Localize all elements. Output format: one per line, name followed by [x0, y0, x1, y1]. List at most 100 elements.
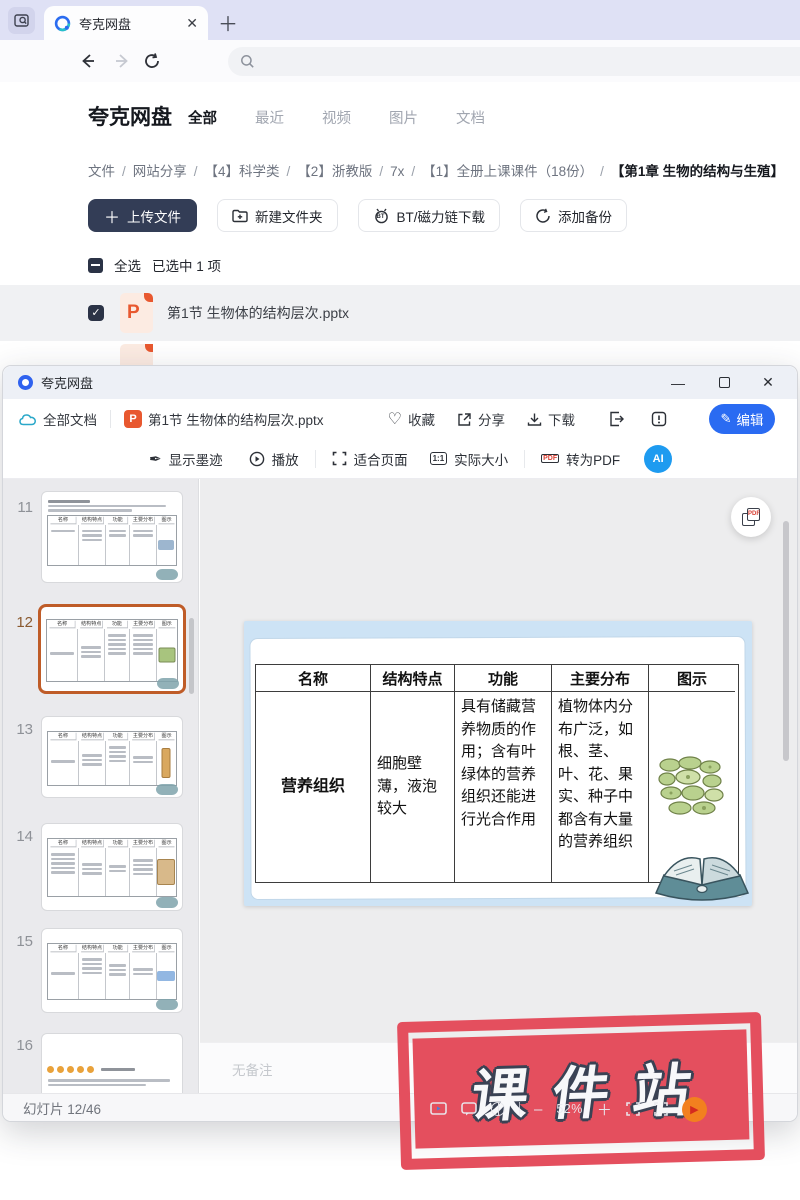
select-all-checkbox[interactable] — [88, 257, 103, 273]
window-titlebar[interactable]: 夸克网盘 — ✕ — [3, 366, 797, 399]
book-clipart-icon — [156, 569, 178, 580]
slide-thumbnail-panel: 11 名称 结构特点 功能 主要分布 图示 12 名称 结构特点 功能 主要分布 图示 — [3, 479, 199, 1095]
fit-page-button[interactable]: 适合页面 — [332, 449, 408, 469]
download-button[interactable]: 下载 — [527, 409, 575, 429]
thumb-image — [157, 971, 176, 981]
sidebar-toggle-button[interactable] — [8, 7, 35, 34]
show-ink-button[interactable]: ✒ 显示墨迹 — [149, 449, 223, 469]
actual-size-button[interactable]: 1:1 实际大小 — [429, 449, 508, 469]
slide-thumbnail-12-selected[interactable]: 名称 结构特点 功能 主要分布 图示 — [38, 604, 186, 694]
to-pdf-button[interactable]: PDF 转为PDF — [541, 449, 620, 469]
zoom-in-button[interactable]: ＋ — [597, 1099, 612, 1120]
slide-thumbnail-11[interactable]: 名称 结构特点 功能 主要分布 图示 — [41, 491, 183, 583]
selection-row: 全选 已选中 1 项 — [88, 255, 221, 275]
breadcrumb: 文件 / 网站分享 / 【4】科学类 / 【2】浙教版/7x / 【1】全册上课课件（18份） /… — [88, 164, 785, 179]
play-button[interactable]: 播放 — [249, 449, 299, 469]
viewer-scrollbar[interactable] — [783, 521, 789, 761]
browser-tab[interactable]: 夸克网盘 ✕ — [44, 6, 208, 40]
thumb-image — [158, 539, 175, 550]
ai-assistant-button[interactable]: AI — [644, 444, 673, 473]
sidebar-scrollbar[interactable] — [189, 618, 194, 694]
language-globe-icon[interactable] — [491, 1102, 505, 1116]
slide-viewer: PDF 名称 结构特点 功能 主要分布 图示 营养组织 细胞壁薄，液泡较大 具有… — [200, 479, 797, 1095]
edit-button[interactable]: ✎ 编辑 — [709, 404, 775, 434]
play-circle-icon — [249, 451, 264, 466]
plus-icon: ＋ — [104, 209, 121, 227]
table-cell-feature: 细胞壁薄，液泡较大 — [371, 692, 455, 882]
fit-width-icon[interactable] — [626, 1102, 640, 1116]
action-buttons: ＋ 上传文件 新建文件夹 BT BT/磁力链下载 添加备份 — [88, 199, 628, 232]
file-name[interactable]: 第1节 生物体的结构层次.pptx — [167, 303, 349, 323]
current-slide: 名称 结构特点 功能 主要分布 图示 营养组织 细胞壁薄，液泡较大 具有储藏营养… — [244, 621, 752, 906]
search-icon — [241, 55, 254, 68]
comment-icon[interactable] — [461, 1102, 477, 1116]
all-docs-button[interactable]: 全部文档 — [19, 409, 97, 429]
ppt-file-icon-partial — [120, 344, 153, 365]
search-input[interactable] — [228, 47, 800, 76]
tab-doc[interactable]: 文档 — [456, 107, 485, 128]
cloud-icon — [19, 414, 36, 426]
video-play-fab[interactable]: ▶ — [681, 1096, 707, 1122]
breadcrumb-item[interactable]: 【2】浙教版 — [297, 164, 372, 179]
reload-icon[interactable] — [142, 51, 162, 71]
breadcrumb-item[interactable]: 网站分享 — [133, 164, 187, 179]
maximize-icon — [718, 377, 730, 388]
favorite-button[interactable]: ♡ 收藏 — [388, 409, 435, 429]
new-folder-button[interactable]: 新建文件夹 — [217, 199, 338, 232]
upload-button[interactable]: ＋ 上传文件 — [88, 199, 198, 232]
breadcrumb-item[interactable]: 文件 — [88, 164, 115, 179]
table-header: 功能 — [455, 665, 552, 692]
minimize-button[interactable]: — — [661, 366, 695, 399]
breadcrumb-item[interactable]: 【4】科学类 — [205, 164, 280, 179]
notes-placeholder: 无备注 — [232, 1063, 273, 1078]
feedback-button[interactable] — [651, 411, 667, 427]
slide-number: 15 — [16, 933, 33, 950]
slide-thumbnail-15[interactable]: 名称 结构特点 功能 主要分布 图示 — [41, 928, 183, 1013]
breadcrumb-item[interactable]: 【1】全册上课课件（18份） — [422, 164, 593, 179]
page-nav-tabs: 全部 最近 视频 图片 文档 — [188, 107, 485, 128]
new-tab-button[interactable]: ＋ — [218, 8, 238, 37]
add-backup-button[interactable]: 添加备份 — [520, 199, 628, 232]
thumb-image — [157, 859, 176, 885]
thumb-image — [158, 647, 176, 663]
forward-icon[interactable] — [112, 51, 132, 71]
status-controls: – 52% ＋ ▶ — [430, 1096, 796, 1122]
table-header: 主要分布 — [552, 665, 649, 692]
back-icon[interactable] — [78, 51, 98, 71]
breadcrumb-item[interactable]: 7x — [390, 164, 404, 179]
book-clipart-icon — [156, 999, 178, 1010]
zoom-out-button[interactable]: – — [534, 1101, 542, 1118]
window-title: 夸克网盘 — [41, 376, 94, 391]
save-to-drive-button[interactable] — [609, 411, 625, 427]
fullscreen-icon[interactable] — [654, 1102, 668, 1116]
maximize-button[interactable] — [707, 366, 741, 399]
quark-logo-icon — [54, 15, 71, 31]
file-row[interactable]: ✓ P 第1节 生物体的结构层次.pptx — [0, 285, 800, 341]
open-book-clipart — [654, 857, 750, 901]
bt-download-button[interactable]: BT BT/磁力链下载 — [357, 199, 501, 232]
tab-close-icon[interactable]: ✕ — [186, 15, 198, 32]
slide-counter: 幻灯片 12/46 — [23, 1101, 102, 1117]
slide-thumbnail-16[interactable] — [41, 1033, 183, 1095]
share-button[interactable]: 分享 — [457, 409, 505, 429]
slide-thumbnail-13[interactable]: 名称 结构特点 功能 主要分布 图示 — [41, 716, 183, 798]
file-checkbox[interactable]: ✓ — [88, 305, 104, 321]
breadcrumb-current: 【第1章 生物的结构与生殖】 — [610, 164, 785, 179]
book-clipart-icon — [157, 678, 179, 689]
tab-all[interactable]: 全部 — [188, 107, 217, 128]
floating-pdf-button[interactable]: PDF — [731, 497, 771, 537]
tab-video[interactable]: 视频 — [322, 107, 351, 128]
download-icon — [527, 413, 542, 426]
slide-thumbnail-14[interactable]: 名称 结构特点 功能 主要分布 图示 — [41, 823, 183, 911]
tab-recent[interactable]: 最近 — [255, 107, 284, 128]
browser-tabstrip: 夸克网盘 ✕ ＋ — [0, 0, 800, 40]
present-icon[interactable] — [430, 1101, 447, 1117]
tab-image[interactable]: 图片 — [389, 107, 418, 128]
slide-number: 14 — [16, 828, 33, 845]
feedback-icon — [651, 411, 667, 427]
select-all-label[interactable]: 全选 — [114, 255, 141, 275]
save-to-drive-icon — [610, 411, 624, 427]
close-button[interactable]: ✕ — [751, 366, 785, 399]
slide-number: 12 — [16, 614, 33, 631]
ink-pen-icon: ✒ — [149, 450, 162, 468]
